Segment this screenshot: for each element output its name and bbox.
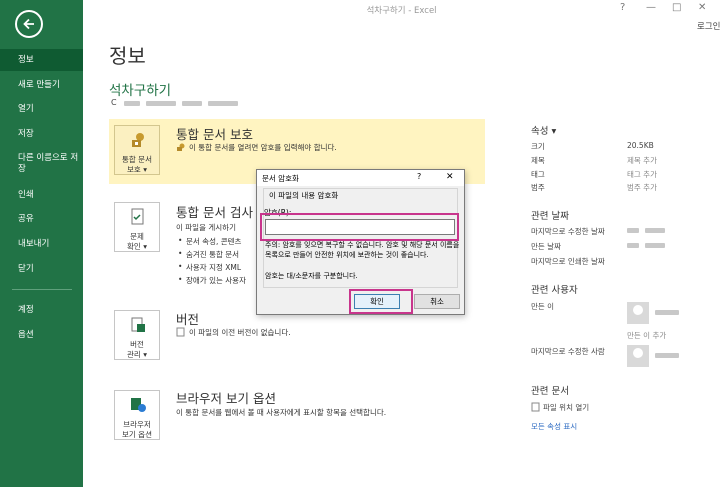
prop-size-value: 20.5KB <box>627 141 654 150</box>
protect-desc: 이 통합 문서를 열려면 암호를 입력해야 합니다. <box>189 143 337 152</box>
browser-view-heading: 브라우저 보기 옵션 <box>176 391 276 406</box>
prop-category-label: 범주 <box>531 183 545 192</box>
show-all-properties-link[interactable]: 모든 속성 표시 <box>531 421 577 432</box>
protect-heading: 통합 문서 보호 <box>176 127 253 142</box>
author-avatar <box>627 302 649 324</box>
encrypt-group-title: 이 파일의 내용 암호화 <box>267 190 341 201</box>
nav-open[interactable]: 열기 <box>0 98 83 120</box>
dialog-title: 문서 암호화 <box>262 174 299 183</box>
document-icon <box>176 327 185 337</box>
nav-divider <box>12 289 72 290</box>
nav-share[interactable]: 공유 <box>0 208 83 230</box>
nav-account[interactable]: 계정 <box>0 299 83 321</box>
cancel-button[interactable]: 취소 <box>414 294 460 309</box>
open-file-location-link[interactable]: 파일 위치 열기 <box>543 402 589 413</box>
password-input[interactable] <box>265 219 455 235</box>
created-date-label: 만든 날짜 <box>531 242 561 251</box>
related-docs-heading: 관련 문서 <box>531 386 569 397</box>
backstage-sidebar: 정보 새로 만들기 열기 저장 다른 이름으로 저장 인쇄 공유 내보내기 닫기… <box>0 0 83 487</box>
redacted-path <box>146 101 176 106</box>
ok-button[interactable]: 확인 <box>354 294 400 309</box>
check-issues-button[interactable]: 문제 확인 ▾ <box>114 202 160 252</box>
redacted-author <box>655 310 679 315</box>
browser-view-icon <box>131 398 146 412</box>
document-path: C <box>111 98 117 107</box>
versions-icon <box>131 317 145 332</box>
lock-key-icon <box>132 133 144 147</box>
inspect-bullet: 숨겨진 통합 문서 <box>178 249 239 260</box>
add-category-field[interactable]: 범주 추가 <box>627 182 657 193</box>
modifier-avatar <box>627 345 649 367</box>
manage-versions-button[interactable]: 버전 관리 ▾ <box>114 310 160 360</box>
author-label: 만든 이 <box>531 302 555 311</box>
inspect-bullet: 사용자 지정 XML <box>178 262 241 273</box>
nav-new[interactable]: 새로 만들기 <box>0 74 83 96</box>
versions-heading: 버전 <box>176 312 200 327</box>
properties-heading[interactable]: 속성 ▾ <box>531 123 556 137</box>
dialog-close-button[interactable]: ✕ <box>446 172 454 182</box>
nav-options[interactable]: 옵션 <box>0 324 83 346</box>
prop-size-label: 크기 <box>531 142 545 151</box>
redacted-date <box>645 228 665 233</box>
lock-icon <box>177 143 185 151</box>
protect-workbook-button[interactable]: 통합 문서 보호 ▾ <box>114 125 160 175</box>
nav-info[interactable]: 정보 <box>0 49 83 71</box>
page-title: 정보 <box>109 44 146 68</box>
nav-close[interactable]: 닫기 <box>0 258 83 280</box>
inspect-bullet: 장애가 있는 사용자 <box>178 275 246 286</box>
redacted-path <box>208 101 238 106</box>
folder-document-icon <box>531 402 540 412</box>
prop-title-label: 제목 <box>531 156 545 165</box>
inspect-heading: 통합 문서 검사 <box>176 205 253 220</box>
redacted-path <box>182 101 202 106</box>
printed-date-label: 마지막으로 인쇄한 날짜 <box>531 257 605 266</box>
redacted-date <box>627 243 639 248</box>
nav-print[interactable]: 인쇄 <box>0 184 83 206</box>
related-dates-heading: 관련 날짜 <box>531 211 569 222</box>
versions-desc: 이 파일의 이전 버전이 없습니다. <box>189 328 291 337</box>
inspect-desc: 이 파일을 게시하기 <box>176 223 236 232</box>
title-bar: 석차구하기 - Excel ? — □ ✕ <box>83 0 720 22</box>
redacted-date <box>627 228 639 233</box>
browser-view-desc: 이 통합 문서를 웹에서 볼 때 사용자에게 표시할 항목을 선택합니다. <box>176 408 387 417</box>
inspect-bullet: 문서 속성, 콘텐츠 <box>178 236 242 247</box>
add-author-field[interactable]: 만든 이 추가 <box>627 330 666 341</box>
redacted-path <box>124 101 140 106</box>
minimize-button[interactable]: — <box>646 2 656 13</box>
case-sensitive-note: 암호는 대/소문자를 구분합니다. <box>265 272 358 280</box>
last-modified-by-label: 마지막으로 수정한 사람 <box>531 347 605 356</box>
password-warning: 주의: 암호를 잊으면 복구할 수 없습니다. 암호 및 해당 문서 이름을 목… <box>265 241 460 259</box>
dialog-title-bar: 문서 암호화 ? ✕ <box>257 170 464 186</box>
back-arrow-icon[interactable] <box>15 10 43 38</box>
nav-save[interactable]: 저장 <box>0 123 83 145</box>
nav-export[interactable]: 내보내기 <box>0 233 83 255</box>
inspect-document-icon <box>131 208 144 225</box>
help-button[interactable]: ? <box>620 2 625 13</box>
add-tag-field[interactable]: 태그 추가 <box>627 169 657 180</box>
restore-button[interactable]: □ <box>672 2 681 13</box>
document-name: 석차구하기 <box>109 83 172 99</box>
dialog-help-button[interactable]: ? <box>417 172 421 181</box>
browser-view-options-button[interactable]: 브라우저 보기 옵션 <box>114 390 160 440</box>
redacted-date <box>645 243 665 248</box>
close-window-button[interactable]: ✕ <box>698 2 706 13</box>
related-people-heading: 관련 사용자 <box>531 285 578 296</box>
add-title-field[interactable]: 제목 추가 <box>627 155 657 166</box>
encrypt-document-dialog: 문서 암호화 ? ✕ 이 파일의 내용 암호화 암호(R): 주의: 암호를 잊… <box>256 169 465 315</box>
login-link[interactable]: 로그인 <box>697 20 720 32</box>
browser-view-section: 브라우저 보기 옵션 브라우저 보기 옵션 이 통합 문서를 웹에서 볼 때 사… <box>109 385 485 445</box>
modified-date-label: 마지막으로 수정한 날짜 <box>531 227 605 236</box>
redacted-modifier <box>655 353 679 358</box>
nav-save-as[interactable]: 다른 이름으로 저장 <box>0 150 83 178</box>
prop-tag-label: 태그 <box>531 170 545 179</box>
